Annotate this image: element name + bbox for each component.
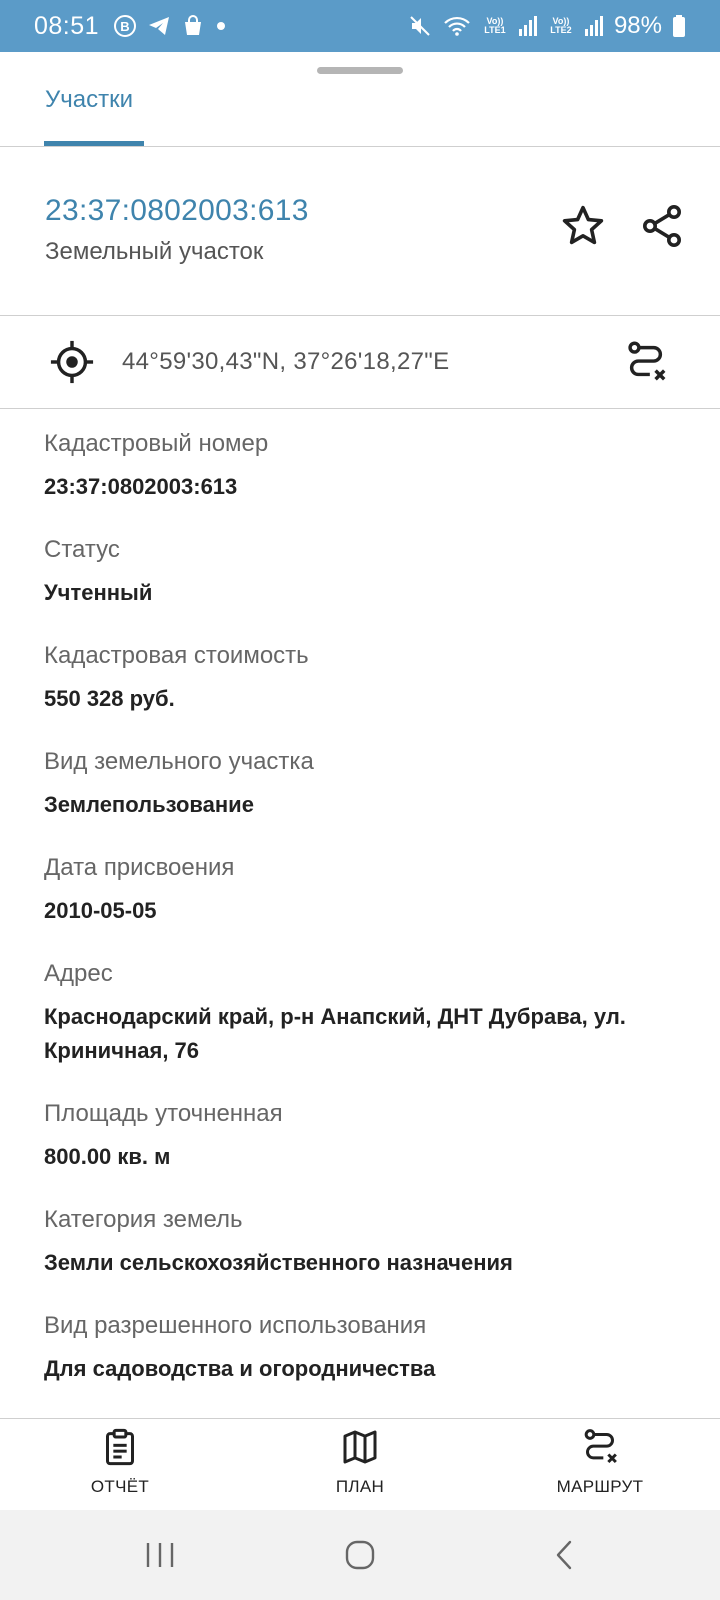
status-right: Vo)) LTE1 Vo)) LTE2 98% bbox=[408, 12, 686, 40]
field-plot-kind: Вид земельного участка Землепользование bbox=[44, 746, 694, 822]
battery-icon bbox=[672, 14, 686, 38]
field-label: Кадастровая стоимость bbox=[44, 642, 309, 669]
nav-route-label: МАРШРУТ bbox=[556, 1477, 644, 1496]
tab-bar: Участки bbox=[0, 76, 720, 147]
status-time: 08:51 bbox=[34, 11, 100, 40]
network-2-label: Vo)) LTE2 bbox=[550, 16, 572, 35]
field-value: Земли сельскохозяйственного назначения bbox=[44, 1250, 513, 1275]
share-button[interactable] bbox=[634, 198, 690, 254]
locate-button[interactable] bbox=[44, 334, 100, 390]
field-address: Адрес Краснодарский край, р-н Анапский, … bbox=[44, 958, 694, 1068]
field-value: 800.00 кв. м bbox=[44, 1144, 171, 1169]
field-cadastral-value: Кадастровая стоимость 550 328 руб. bbox=[44, 640, 694, 716]
field-permitted-use: Вид разрешенного использования Для садов… bbox=[44, 1310, 694, 1386]
route-icon bbox=[584, 1429, 617, 1464]
object-header: 23:37:0802003:613 Земельный участок bbox=[0, 148, 720, 316]
field-label: Категория земель bbox=[44, 1206, 243, 1233]
nav-route-button[interactable]: МАРШРУТ bbox=[520, 1427, 680, 1507]
system-nav-bar bbox=[0, 1510, 720, 1600]
mute-icon bbox=[408, 14, 432, 38]
field-label: Вид земельного участка bbox=[44, 748, 314, 775]
route-button[interactable] bbox=[618, 334, 674, 390]
favorite-button[interactable] bbox=[555, 198, 611, 254]
home-button[interactable] bbox=[330, 1532, 390, 1578]
field-land-category: Категория земель Земли сельскохозяйствен… bbox=[44, 1204, 694, 1280]
recent-apps-button[interactable] bbox=[130, 1532, 190, 1578]
share-icon bbox=[643, 205, 681, 247]
back-button[interactable] bbox=[534, 1532, 594, 1578]
dot-icon bbox=[215, 20, 227, 32]
cadastral-number-title: 23:37:0802003:613 bbox=[45, 194, 309, 227]
field-label: Вид разрешенного использования bbox=[44, 1312, 427, 1339]
recent-apps-icon bbox=[146, 1543, 174, 1567]
sheet-drag-handle[interactable] bbox=[317, 67, 403, 74]
field-label: Статус bbox=[44, 536, 120, 563]
field-value: 2010-05-05 bbox=[44, 898, 157, 923]
telegram-icon bbox=[147, 14, 171, 38]
signal-2-icon bbox=[584, 15, 604, 37]
tab-plots-label: Участки bbox=[45, 86, 133, 113]
field-area: Площадь уточненная 800.00 кв. м bbox=[44, 1098, 694, 1174]
field-label: Кадастровый номер bbox=[44, 430, 269, 457]
field-value: Землепользование bbox=[44, 792, 254, 817]
coordinates-row: 44°59'30,43"N, 37°26'18,27"E bbox=[0, 316, 720, 409]
field-value: Учтенный bbox=[44, 580, 153, 605]
status-left: 08:51 B bbox=[34, 12, 227, 41]
nav-plan-label: ПЛАН bbox=[335, 1477, 385, 1496]
network-1-label: Vo)) LTE1 bbox=[484, 16, 506, 35]
field-value: Для садоводства и огородничества bbox=[44, 1356, 436, 1381]
star-icon bbox=[562, 205, 604, 245]
svg-text:B: B bbox=[120, 19, 129, 34]
back-icon bbox=[556, 1540, 572, 1570]
field-value: 550 328 руб. bbox=[44, 686, 175, 711]
status-bar: 08:51 B Vo)) LTE1 Vo)) LTE2 98% bbox=[0, 0, 720, 52]
nav-plan-button[interactable]: ПЛАН bbox=[280, 1427, 440, 1507]
details-list: Кадастровый номер 23:37:0802003:613 Стат… bbox=[44, 428, 694, 1416]
field-value: 23:37:0802003:613 bbox=[44, 474, 238, 499]
field-cadastral-number: Кадастровый номер 23:37:0802003:613 bbox=[44, 428, 694, 504]
coordinates-text[interactable]: 44°59'30,43"N, 37°26'18,27"E bbox=[122, 348, 449, 376]
vk-icon: B bbox=[113, 14, 137, 38]
object-type-subtitle: Земельный участок bbox=[45, 238, 264, 265]
wifi-icon bbox=[442, 14, 472, 38]
nav-report-label: ОТЧЁТ bbox=[90, 1477, 150, 1496]
field-label: Площадь уточненная bbox=[44, 1100, 283, 1127]
map-icon bbox=[343, 1430, 377, 1464]
field-value: Краснодарский край, р-н Анапский, ДНТ Ду… bbox=[44, 1004, 626, 1063]
crosshair-icon bbox=[50, 340, 94, 384]
battery-percent: 98% bbox=[613, 12, 662, 39]
bottom-nav: ОТЧЁТ ПЛАН МАРШРУТ bbox=[0, 1418, 720, 1510]
tab-active-indicator bbox=[44, 141, 144, 146]
home-icon bbox=[345, 1540, 375, 1570]
route-icon bbox=[628, 341, 666, 381]
signal-1-icon bbox=[518, 15, 538, 37]
field-assignment-date: Дата присвоения 2010-05-05 bbox=[44, 852, 694, 928]
nav-report-button[interactable]: ОТЧЁТ bbox=[40, 1427, 200, 1507]
report-icon bbox=[106, 1428, 134, 1466]
tab-plots[interactable]: Участки bbox=[44, 86, 134, 147]
field-label: Дата присвоения bbox=[44, 854, 235, 881]
shopping-bag-icon bbox=[181, 14, 205, 38]
field-status: Статус Учтенный bbox=[44, 534, 694, 610]
field-label: Адрес bbox=[44, 960, 113, 987]
